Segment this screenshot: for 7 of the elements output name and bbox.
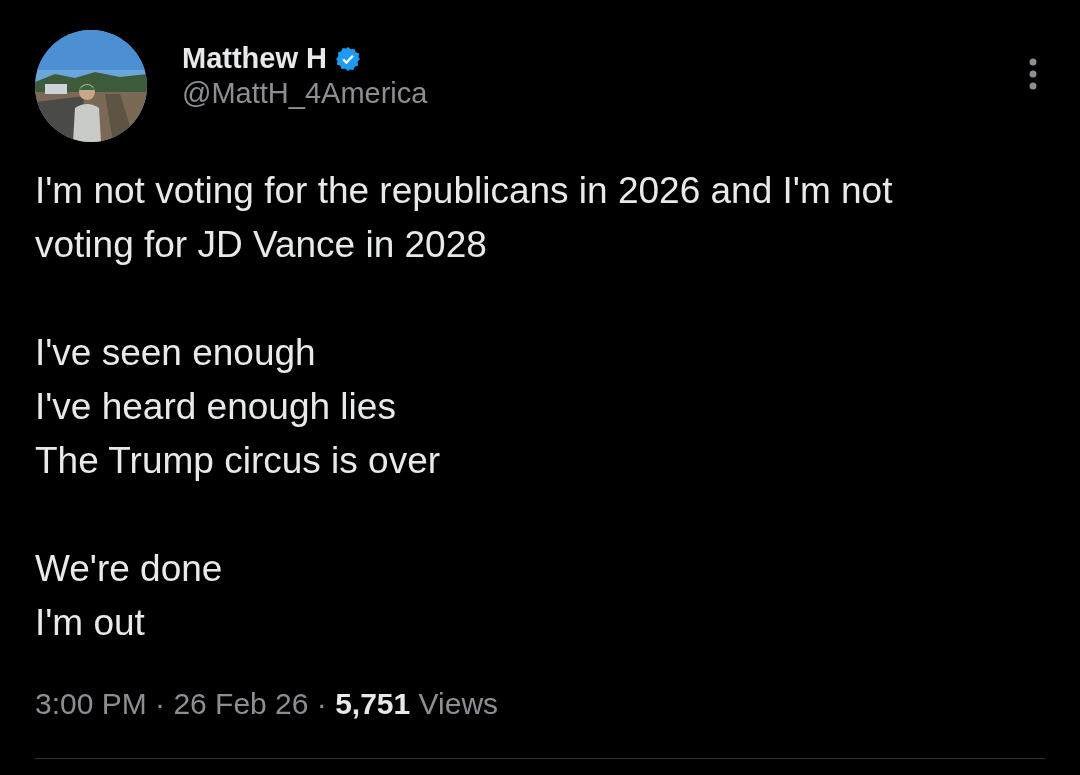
more-icon[interactable] (1029, 58, 1037, 90)
tweet-text: I've seen enough I've heard enough lies The Trump circus is over (35, 331, 442, 483)
tweet-text: We're done I'm out (35, 547, 224, 645)
author-handle[interactable]: @MattH_4America (182, 77, 994, 110)
tweet-text: I'm not voting for the republicans in 2026 and I'm not voting for JD Vance in 2028 (35, 169, 894, 267)
tweet-meta: 3:00 PM · 26 Feb 26 · 5,751 Views (35, 686, 500, 722)
author-name[interactable]: Matthew H (182, 42, 327, 75)
